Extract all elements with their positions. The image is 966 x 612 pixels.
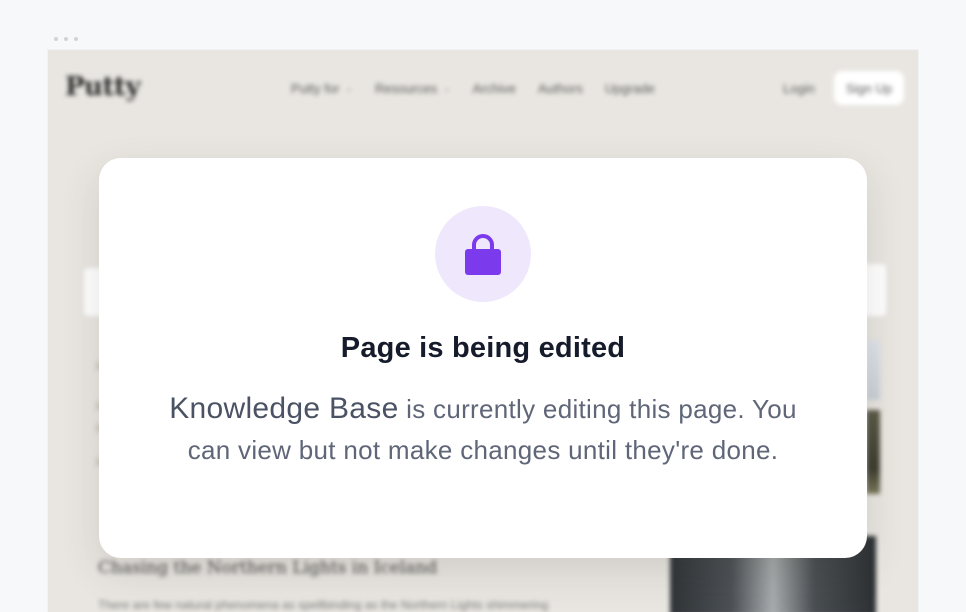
editing-lock-modal: Page is being edited Knowledge Base is c… (99, 158, 867, 558)
window-dot (74, 37, 78, 41)
window-dot (64, 37, 68, 41)
article-thumbnail (866, 340, 880, 400)
article-thumbnail (866, 410, 880, 494)
nav-item-authors[interactable]: Authors (538, 81, 583, 96)
login-link[interactable]: Login (783, 81, 815, 96)
nav-item-putty-for[interactable]: Putty for ⌄ (291, 81, 353, 96)
signup-button[interactable]: Sign Up (834, 71, 904, 105)
nav-item-archive[interactable]: Archive (473, 81, 516, 96)
article-excerpt: There are few natural phenomena as spell… (98, 598, 549, 612)
lock-icon-badge (435, 206, 531, 302)
nav-item-label: Resources (374, 81, 438, 96)
nav-item-resources[interactable]: Resources ⌄ (375, 81, 451, 96)
nav-links: Putty for ⌄ Resources ⌄ Archive Authors … (291, 81, 655, 96)
window-dot (54, 37, 58, 41)
window-controls (54, 37, 78, 41)
nav-item-upgrade[interactable]: Upgrade (605, 81, 655, 96)
editor-name: Knowledge Base (169, 392, 399, 425)
site-logo: Putty (65, 72, 141, 102)
modal-message: Knowledge Base is currently editing this… (159, 388, 807, 471)
article-title: Chasing the Northern Lights in Iceland (98, 558, 438, 578)
lock-icon (465, 234, 501, 275)
modal-title: Page is being edited (340, 332, 626, 364)
message-part-1: is currently editing this page. (398, 394, 745, 424)
chevron-down-icon: ⌄ (443, 83, 451, 93)
chevron-down-icon: ⌄ (345, 83, 353, 93)
top-nav: Putty Putty for ⌄ Resources ⌄ Archive Au… (48, 50, 918, 128)
nav-item-label: Putty for (291, 81, 340, 96)
